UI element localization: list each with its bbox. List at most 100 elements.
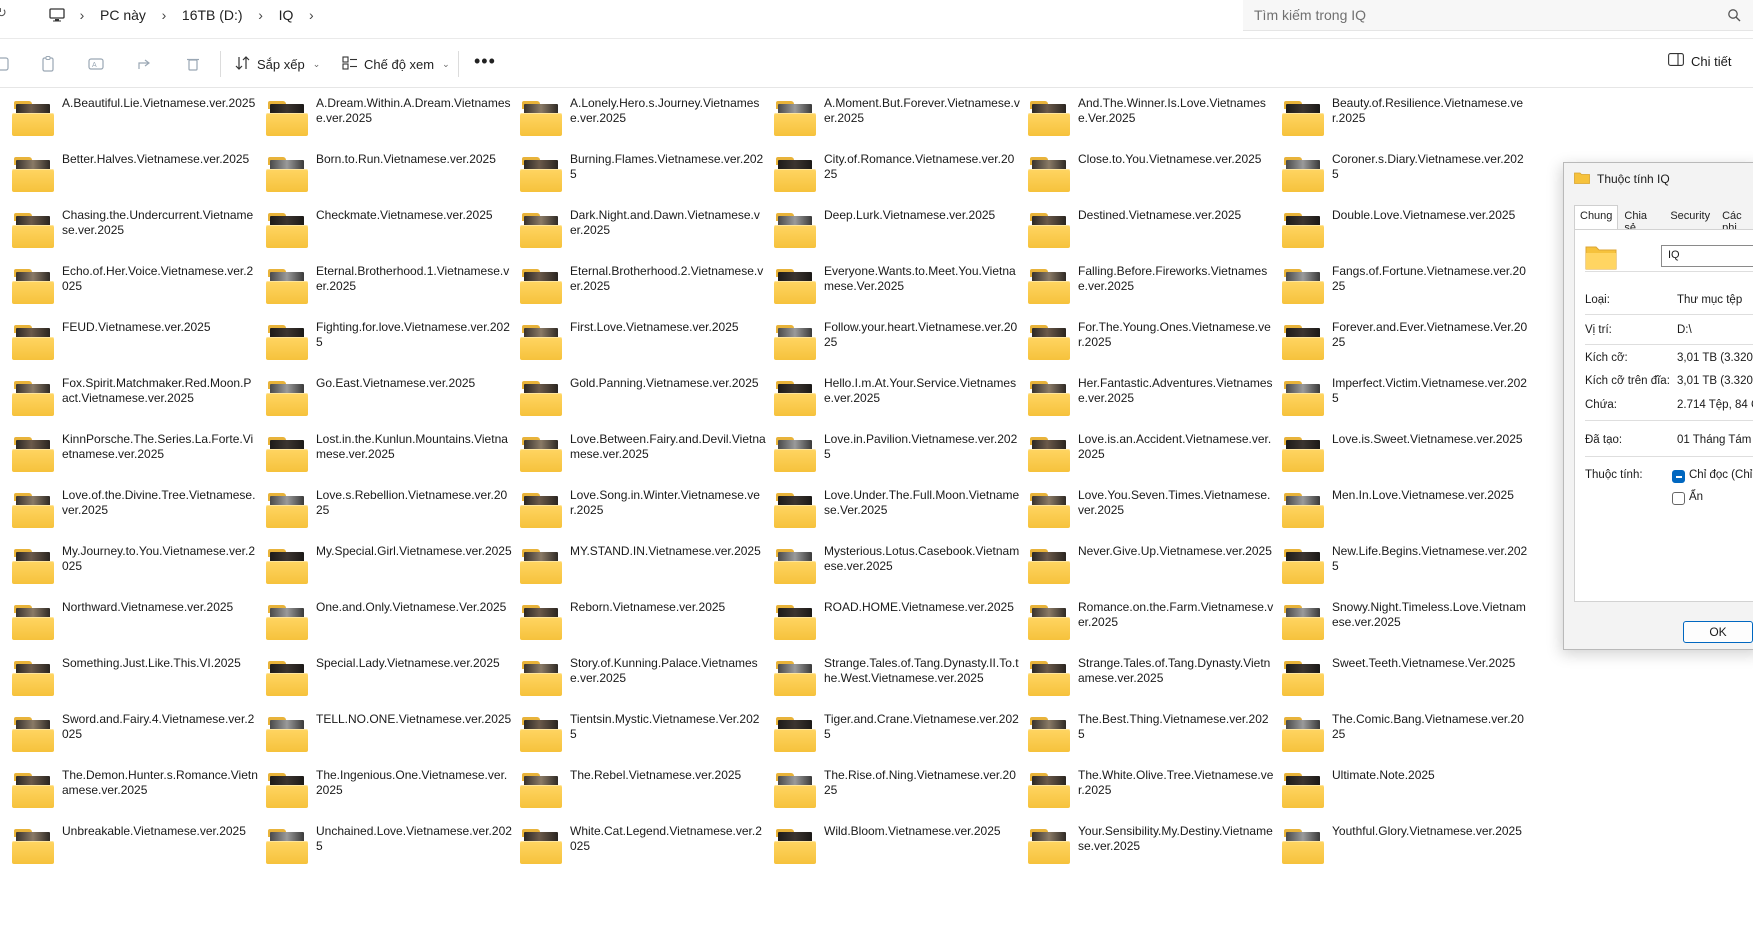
folder-item[interactable]: Sword.and.Fairy.4.Vietnamese.ver.2025: [12, 712, 266, 768]
folder-item[interactable]: Wild.Bloom.Vietnamese.ver.2025: [774, 824, 1028, 880]
folder-item[interactable]: Story.of.Kunning.Palace.Vietnamese.ver.2…: [520, 656, 774, 712]
folder-item[interactable]: Follow.your.heart.Vietnamese.ver.2025: [774, 320, 1028, 376]
folder-item[interactable]: New.Life.Begins.Vietnamese.ver.2025: [1282, 544, 1536, 600]
folder-item[interactable]: Unbreakable.Vietnamese.ver.2025: [12, 824, 266, 880]
folder-item[interactable]: Fangs.of.Fortune.Vietnamese.ver.2025: [1282, 264, 1536, 320]
folder-item[interactable]: Unchained.Love.Vietnamese.ver.2025: [266, 824, 520, 880]
folder-item[interactable]: Coroner.s.Diary.Vietnamese.ver.2025: [1282, 152, 1536, 208]
folder-item[interactable]: Your.Sensibility.My.Destiny.Vietnamese.v…: [1028, 824, 1282, 880]
folder-item[interactable]: One.and.Only.Vietnamese.Ver.2025: [266, 600, 520, 656]
folder-item[interactable]: ROAD.HOME.Vietnamese.ver.2025: [774, 600, 1028, 656]
readonly-checkbox[interactable]: [1672, 470, 1685, 483]
folder-item[interactable]: Strange.Tales.of.Tang.Dynasty.Vietnamese…: [1028, 656, 1282, 712]
tab-sharing[interactable]: Chia sẻ: [1618, 205, 1664, 234]
chevron-right-icon[interactable]: ›: [247, 7, 275, 23]
search-box[interactable]: Tìm kiếm trong IQ: [1243, 0, 1753, 31]
tab-security[interactable]: Security: [1664, 205, 1716, 229]
delete-icon[interactable]: [184, 55, 202, 73]
readonly-label[interactable]: Chỉ đọc (Chỉ áp c: [1689, 469, 1753, 481]
folder-item[interactable]: The.Ingenious.One.Vietnamese.ver.2025: [266, 768, 520, 824]
folder-item[interactable]: Love.Between.Fairy.and.Devil.Vietnamese.…: [520, 432, 774, 488]
folder-item[interactable]: Fox.Spirit.Matchmaker.Red.Moon.Pact.Viet…: [12, 376, 266, 432]
folder-item[interactable]: Eternal.Brotherhood.1.Vietnamese.ver.202…: [266, 264, 520, 320]
folder-item[interactable]: Eternal.Brotherhood.2.Vietnamese.ver.202…: [520, 264, 774, 320]
chevron-right-icon[interactable]: ›: [68, 7, 96, 23]
folder-item[interactable]: FEUD.Vietnamese.ver.2025: [12, 320, 266, 376]
folder-item[interactable]: Strange.Tales.of.Tang.Dynasty.II.To.the.…: [774, 656, 1028, 712]
folder-item[interactable]: The.Comic.Bang.Vietnamese.ver.2025: [1282, 712, 1536, 768]
folder-item[interactable]: Hello.I.m.At.Your.Service.Vietnamese.ver…: [774, 376, 1028, 432]
folder-item[interactable]: Reborn.Vietnamese.ver.2025: [520, 600, 774, 656]
folder-item[interactable]: For.The.Young.Ones.Vietnamese.ver.2025: [1028, 320, 1282, 376]
folder-item[interactable]: City.of.Romance.Vietnamese.ver.2025: [774, 152, 1028, 208]
details-pane-button[interactable]: Chi tiết: [1668, 53, 1731, 69]
breadcrumb-drive[interactable]: 16TB (D:): [178, 7, 247, 23]
folder-item[interactable]: White.Cat.Legend.Vietnamese.ver.2025: [520, 824, 774, 880]
chevron-right-icon[interactable]: ›: [297, 7, 325, 23]
folder-item[interactable]: Gold.Panning.Vietnamese.ver.2025: [520, 376, 774, 432]
breadcrumb-pc[interactable]: PC này: [96, 7, 150, 23]
chevron-right-icon[interactable]: ›: [150, 7, 178, 23]
refresh-icon[interactable]: ↻: [0, 6, 10, 20]
folder-item[interactable]: Checkmate.Vietnamese.ver.2025: [266, 208, 520, 264]
folder-item[interactable]: Everyone.Wants.to.Meet.You.Vietnamese.Ve…: [774, 264, 1028, 320]
folder-item[interactable]: Imperfect.Victim.Vietnamese.ver.2025: [1282, 376, 1536, 432]
folder-item[interactable]: Lost.in.the.Kunlun.Mountains.Vietnamese.…: [266, 432, 520, 488]
folder-item[interactable]: And.The.Winner.Is.Love.Vietnamese.Ver.20…: [1028, 96, 1282, 152]
folder-item[interactable]: Love.Under.The.Full.Moon.Vietnamese.Ver.…: [774, 488, 1028, 544]
folder-item[interactable]: Falling.Before.Fireworks.Vietnamese.ver.…: [1028, 264, 1282, 320]
folder-item[interactable]: Destined.Vietnamese.ver.2025: [1028, 208, 1282, 264]
folder-item[interactable]: Love.s.Rebellion.Vietnamese.ver.2025: [266, 488, 520, 544]
folder-item[interactable]: Chasing.the.Undercurrent.Vietnamese.ver.…: [12, 208, 266, 264]
folder-item[interactable]: Love.in.Pavilion.Vietnamese.ver.2025: [774, 432, 1028, 488]
folder-item[interactable]: Her.Fantastic.Adventures.Vietnamese.ver.…: [1028, 376, 1282, 432]
computer-icon[interactable]: [46, 6, 68, 24]
folder-item[interactable]: Tientsin.Mystic.Vietnamese.Ver.2025: [520, 712, 774, 768]
folder-item[interactable]: Sweet.Teeth.Vietnamese.Ver.2025: [1282, 656, 1536, 712]
hidden-checkbox[interactable]: [1672, 492, 1685, 505]
folder-item[interactable]: Tiger.and.Crane.Vietnamese.ver.2025: [774, 712, 1028, 768]
folder-item[interactable]: Better.Halves.Vietnamese.ver.2025: [12, 152, 266, 208]
folder-item[interactable]: KinnPorsche.The.Series.La.Forte.Vietname…: [12, 432, 266, 488]
folder-name-field[interactable]: IQ: [1661, 245, 1753, 267]
share-icon[interactable]: [136, 55, 154, 73]
folder-item[interactable]: Double.Love.Vietnamese.ver.2025: [1282, 208, 1536, 264]
tab-general[interactable]: Chung: [1574, 205, 1619, 229]
hidden-label[interactable]: Ẩn: [1689, 491, 1703, 503]
folder-item[interactable]: Close.to.You.Vietnamese.ver.2025: [1028, 152, 1282, 208]
new-icon[interactable]: [0, 55, 12, 73]
sort-button[interactable]: Sắp xếp ⌄: [235, 53, 320, 75]
folder-item[interactable]: Never.Give.Up.Vietnamese.ver.2025: [1028, 544, 1282, 600]
folder-item[interactable]: Mysterious.Lotus.Casebook.Vietnamese.ver…: [774, 544, 1028, 600]
paste-icon[interactable]: [39, 55, 57, 73]
search-icon[interactable]: [1727, 8, 1741, 22]
folder-item[interactable]: Ultimate.Note.2025: [1282, 768, 1536, 824]
ok-button[interactable]: OK: [1683, 621, 1753, 643]
folder-item[interactable]: Echo.of.Her.Voice.Vietnamese.ver.2025: [12, 264, 266, 320]
folder-item[interactable]: Love.is.Sweet.Vietnamese.ver.2025: [1282, 432, 1536, 488]
folder-item[interactable]: Romance.on.the.Farm.Vietnamese.ver.2025: [1028, 600, 1282, 656]
folder-item[interactable]: Love.Song.in.Winter.Vietnamese.ver.2025: [520, 488, 774, 544]
rename-icon[interactable]: A: [87, 55, 105, 73]
folder-item[interactable]: A.Dream.Within.A.Dream.Vietnamese.ver.20…: [266, 96, 520, 152]
folder-item[interactable]: Snowy.Night.Timeless.Love.Vietnamese.ver…: [1282, 600, 1536, 656]
folder-item[interactable]: The.Best.Thing.Vietnamese.ver.2025: [1028, 712, 1282, 768]
breadcrumb-folder[interactable]: IQ: [275, 7, 298, 23]
folder-item[interactable]: Dark.Night.and.Dawn.Vietnamese.ver.2025: [520, 208, 774, 264]
folder-item[interactable]: Born.to.Run.Vietnamese.ver.2025: [266, 152, 520, 208]
view-button[interactable]: Chế độ xem ⌄: [342, 53, 450, 75]
folder-item[interactable]: Northward.Vietnamese.ver.2025: [12, 600, 266, 656]
folder-item[interactable]: Special.Lady.Vietnamese.ver.2025: [266, 656, 520, 712]
folder-item[interactable]: Men.In.Love.Vietnamese.ver.2025: [1282, 488, 1536, 544]
folder-item[interactable]: My.Special.Girl.Vietnamese.ver.2025: [266, 544, 520, 600]
folder-item[interactable]: The.Demon.Hunter.s.Romance.Vietnamese.ve…: [12, 768, 266, 824]
folder-item[interactable]: A.Moment.But.Forever.Vietnamese.ver.2025: [774, 96, 1028, 152]
folder-item[interactable]: Love.is.an.Accident.Vietnamese.ver.2025: [1028, 432, 1282, 488]
more-options-icon[interactable]: •••: [474, 51, 496, 72]
folder-item[interactable]: The.Rebel.Vietnamese.ver.2025: [520, 768, 774, 824]
folder-item[interactable]: My.Journey.to.You.Vietnamese.ver.2025: [12, 544, 266, 600]
folder-item[interactable]: Love.of.the.Divine.Tree.Vietnamese.ver.2…: [12, 488, 266, 544]
folder-item[interactable]: The.Rise.of.Ning.Vietnamese.ver.2025: [774, 768, 1028, 824]
folder-item[interactable]: The.White.Olive.Tree.Vietnamese.ver.2025: [1028, 768, 1282, 824]
folder-item[interactable]: Burning.Flames.Vietnamese.ver.2025: [520, 152, 774, 208]
